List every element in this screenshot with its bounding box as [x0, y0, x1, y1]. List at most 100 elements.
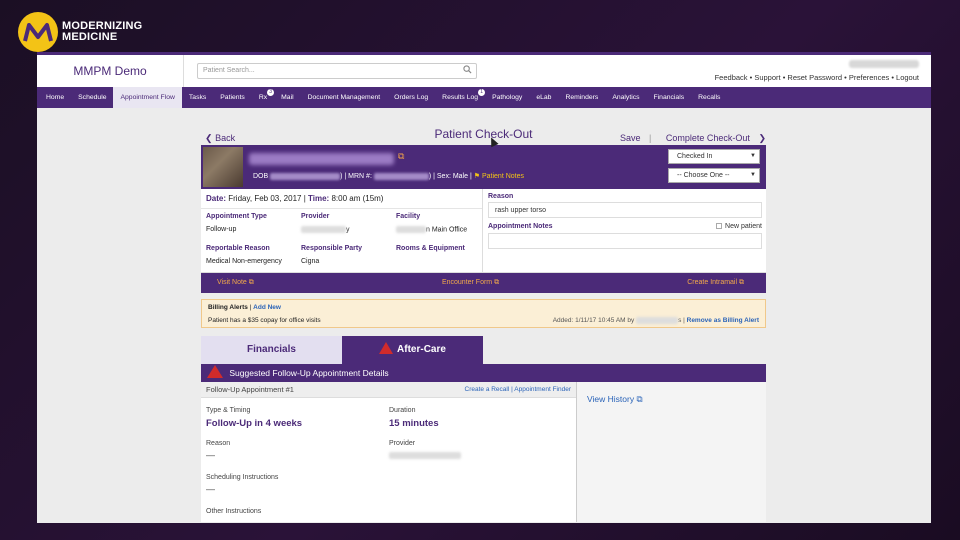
nav-analytics[interactable]: Analytics	[605, 87, 646, 108]
new-patient-checkbox[interactable]: New patient	[716, 223, 762, 230]
patient-notes-label: Patient Notes	[481, 173, 524, 180]
view-history-link[interactable]: View History ⧉	[587, 394, 643, 405]
nav-document-management[interactable]: Document Management	[301, 87, 388, 108]
add-new-alert-link[interactable]: Add New	[253, 304, 281, 311]
link-logout[interactable]: Logout	[896, 73, 919, 82]
patient-name[interactable]	[249, 153, 394, 165]
nav-appointment-flow[interactable]: Appointment Flow	[113, 87, 182, 108]
followup-heading: Follow-Up Appointment #1	[206, 385, 294, 394]
complete-checkout-button[interactable]: Complete Check-Out ❯	[660, 133, 766, 143]
nav-rx[interactable]: Rx 3	[252, 87, 275, 108]
reason-label: Reason	[488, 193, 514, 200]
reportable-reason-value: Medical Non-emergency	[206, 258, 282, 265]
patient-info: DOB ) | MRN #: ) | Sex: Male | ⚑ Patient…	[253, 172, 524, 180]
appointment-type-label: Appointment Type	[206, 213, 267, 220]
logo-icon	[18, 12, 58, 52]
flag-icon: ⚑	[473, 173, 481, 180]
search-placeholder: Patient Search...	[203, 67, 255, 74]
brand-logo: MODERNIZING MEDICINE	[18, 12, 142, 52]
provider-value: y	[301, 226, 350, 233]
link-support[interactable]: Support	[754, 73, 780, 82]
billing-alerts: Billing Alerts | Add New Patient has a $…	[201, 299, 766, 328]
nav-mail[interactable]: Mail	[274, 87, 300, 108]
facility-value: n Main Office	[396, 226, 467, 233]
other-instructions-label: Other Instructions	[206, 508, 262, 515]
patient-notes-link[interactable]: ⚑ Patient Notes	[474, 173, 524, 180]
nav-patients[interactable]: Patients	[213, 87, 252, 108]
external-link-icon: ⧉	[636, 394, 643, 404]
dob-value	[270, 172, 341, 180]
nav-recalls[interactable]: Recalls	[691, 87, 727, 108]
dob-label: DOB	[253, 173, 269, 180]
patient-photo	[203, 147, 243, 187]
scheduling-instructions-label: Scheduling Instructions	[206, 474, 279, 481]
followup-banner: Suggested Follow-Up Appointment Details	[201, 364, 766, 382]
billing-alerts-title: Billing Alerts	[208, 304, 248, 311]
checkout-tabs: Financials After-Care	[201, 336, 766, 364]
nav-results-log[interactable]: Results Log 1	[435, 87, 486, 108]
nav-tasks[interactable]: Tasks	[182, 87, 213, 108]
facility-label: Facility	[396, 213, 421, 220]
provider-label: Provider	[389, 440, 416, 447]
tab-financials[interactable]: Financials	[201, 336, 342, 364]
appointment-finder-link[interactable]: Appointment Finder	[514, 386, 571, 393]
scheduling-instructions-value: —	[206, 484, 215, 494]
action-separator: |	[649, 133, 652, 143]
patient-search-input[interactable]: Patient Search...	[197, 63, 477, 79]
remove-billing-alert-link[interactable]: Remove as Billing Alert	[687, 317, 759, 324]
external-link-icon: ⧉	[494, 279, 500, 286]
status-select[interactable]: Checked In ▼	[668, 149, 760, 164]
reportable-reason-label: Reportable Reason	[206, 245, 270, 252]
nav-rx-label: Rx	[258, 94, 268, 101]
link-feedback[interactable]: Feedback	[715, 73, 748, 82]
nav-reminders[interactable]: Reminders	[558, 87, 605, 108]
link-reset-password[interactable]: Reset Password	[787, 73, 842, 82]
nav-orders-log[interactable]: Orders Log	[387, 87, 435, 108]
tab-after-care[interactable]: After-Care	[342, 336, 483, 364]
app-title[interactable]: MMPM Demo	[37, 55, 184, 87]
visit-note-link[interactable]: Visit Note ⧉	[217, 279, 254, 287]
duration-value: 15 minutes	[389, 418, 439, 429]
user-name	[849, 60, 919, 68]
date-label: Date:	[206, 194, 227, 203]
create-intramail-link[interactable]: Create Intramail ⧉	[687, 279, 744, 287]
encounter-form-link[interactable]: Encounter Form ⧉	[442, 279, 499, 287]
nav-elab[interactable]: eLab	[529, 87, 558, 108]
choose-one-select[interactable]: -- Choose One -- ▼	[668, 168, 760, 183]
nav-schedule[interactable]: Schedule	[71, 87, 113, 108]
nav-home[interactable]: Home	[39, 87, 71, 108]
appointment-notes-field[interactable]	[488, 233, 762, 249]
new-patient-label: New patient	[725, 223, 762, 230]
status-value: Checked In	[677, 153, 713, 160]
main-nav: Home Schedule Appointment Flow Tasks Pat…	[37, 87, 931, 108]
create-recall-link[interactable]: Create a Recall	[465, 386, 510, 393]
nav-pathology[interactable]: Pathology	[485, 87, 529, 108]
choose-one-value: -- Choose One --	[677, 172, 730, 179]
caret-down-icon: ▼	[750, 153, 756, 159]
provider-value	[389, 452, 461, 459]
results-count-badge: 1	[478, 89, 486, 96]
responsible-party-value: Cigna	[301, 258, 320, 265]
external-link-icon: ⧉	[739, 279, 744, 286]
checkout-content: ❮ Back Patient Check-Out Save | Complete…	[201, 127, 766, 522]
alert-added-by	[636, 317, 679, 324]
rooms-equipment-label: Rooms & Equipment	[396, 245, 465, 252]
provider-label: Provider	[301, 213, 330, 220]
patient-banner: ⧉ DOB ) | MRN #: ) | Sex: Male | ⚑ Patie…	[201, 145, 766, 189]
time-value: 8:00 am (15m)	[331, 194, 384, 203]
followup-panel: Follow-Up Appointment #1 Create a Recall…	[201, 382, 766, 522]
top-links: Feedback • Support • Reset Password • Pr…	[714, 73, 919, 82]
link-preferences[interactable]: Preferences	[849, 73, 889, 82]
encounter-links-bar: Visit Note ⧉ Encounter Form ⧉ Create Int…	[201, 273, 766, 293]
reason-field[interactable]: rash upper torso	[488, 202, 762, 218]
search-icon[interactable]	[463, 65, 472, 76]
reason-value: —	[206, 450, 215, 460]
external-link-icon[interactable]: ⧉	[398, 151, 404, 162]
time-label: Time:	[308, 194, 330, 203]
save-button[interactable]: Save	[620, 133, 641, 143]
billing-alert-message: Patient has a $35 copay for office visit…	[208, 317, 321, 324]
caret-down-icon: ▼	[750, 172, 756, 178]
nav-financials[interactable]: Financials	[647, 87, 692, 108]
rx-count-badge: 3	[267, 89, 275, 96]
checkbox-icon	[716, 223, 723, 230]
